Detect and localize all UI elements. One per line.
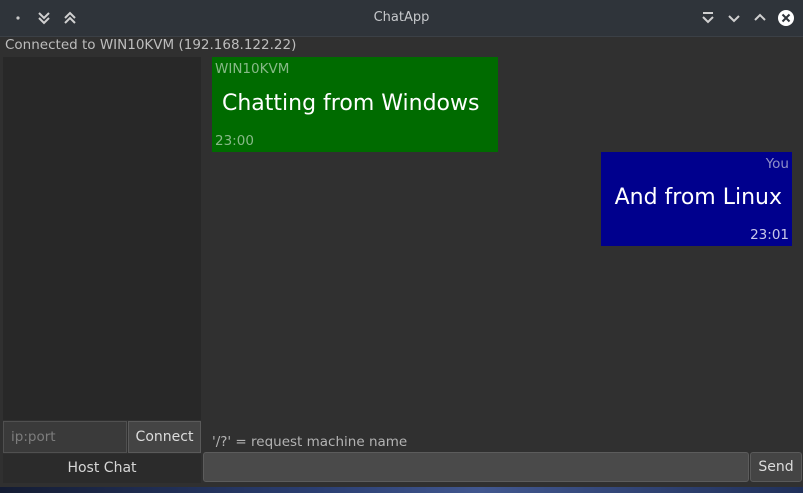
message-sender: WIN10KVM xyxy=(215,61,290,77)
message-text: Chatting from Windows xyxy=(222,91,480,116)
minimize-icon[interactable] xyxy=(724,8,744,28)
message-time: 23:00 xyxy=(215,133,254,149)
window-title: ChatApp xyxy=(373,10,430,25)
chat-app-window: ChatApp Connected to WIN10KVM (192.168.1… xyxy=(0,0,803,487)
connection-status: Connected to WIN10KVM (192.168.122.22) xyxy=(5,37,297,53)
message-input[interactable] xyxy=(203,452,749,482)
host-chat-button[interactable]: Host Chat xyxy=(3,454,201,483)
desktop-background xyxy=(0,487,803,493)
message-text: And from Linux xyxy=(614,185,782,210)
message-bubble-incoming: WIN10KVM Chatting from Windows 23:00 xyxy=(212,57,498,152)
connect-button[interactable]: Connect xyxy=(128,421,201,453)
send-button[interactable]: Send xyxy=(750,452,802,482)
command-hint: '/?' = request machine name xyxy=(212,434,408,450)
close-icon[interactable] xyxy=(776,8,796,28)
ip-port-input[interactable] xyxy=(3,421,127,453)
title-bar[interactable]: ChatApp xyxy=(0,0,803,37)
message-sender: You xyxy=(765,156,789,172)
maximize-icon[interactable] xyxy=(750,8,770,28)
peer-list[interactable] xyxy=(3,57,201,420)
shade-icon[interactable] xyxy=(698,8,718,28)
message-bubble-outgoing: You And from Linux 23:01 xyxy=(601,152,792,246)
message-time: 23:01 xyxy=(750,227,789,243)
